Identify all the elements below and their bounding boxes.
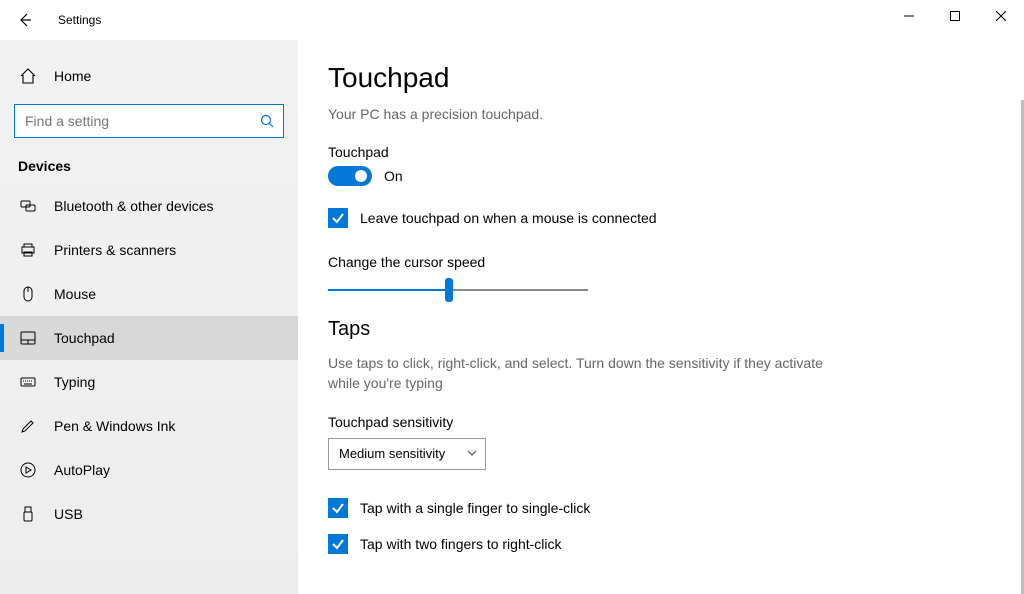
checkmark-icon [331,501,345,515]
sidebar-item-label: Typing [54,374,95,390]
home-icon [18,66,38,86]
search-icon [251,114,283,128]
cursor-speed-slider[interactable] [328,280,588,282]
sidebar-item-label: Touchpad [54,330,115,346]
maximize-button[interactable] [932,0,978,32]
sidebar-item-typing[interactable]: Typing [0,360,298,404]
keyboard-icon [18,372,38,392]
autoplay-icon [18,460,38,480]
app-title: Settings [58,13,101,27]
touchpad-toggle-label: Touchpad [328,144,1024,160]
home-label: Home [54,68,91,84]
sidebar-item-label: Mouse [54,286,96,302]
tap-single-label: Tap with a single finger to single-click [360,500,590,516]
toggle-knob [355,170,367,182]
sidebar-item-touchpad[interactable]: Touchpad [0,316,298,360]
sidebar-item-label: Printers & scanners [54,242,176,258]
maximize-icon [950,11,960,21]
checkmark-icon [331,211,345,225]
taps-description: Use taps to click, right-click, and sele… [328,353,828,394]
sidebar: Home Devices Bluetooth & other devices P… [0,40,298,594]
sidebar-item-printers[interactable]: Printers & scanners [0,228,298,272]
sensitivity-label: Touchpad sensitivity [328,414,1024,430]
tap-two-label: Tap with two fingers to right-click [360,536,562,552]
sidebar-item-label: AutoPlay [54,462,110,478]
close-icon [996,11,1006,21]
sensitivity-value: Medium sensitivity [339,446,445,461]
sensitivity-dropdown[interactable]: Medium sensitivity [328,438,486,470]
printer-icon [18,240,38,260]
leave-on-checkbox[interactable] [328,208,348,228]
sidebar-item-label: USB [54,506,83,522]
sidebar-item-autoplay[interactable]: AutoPlay [0,448,298,492]
taps-heading: Taps [328,318,1024,341]
touchpad-icon [18,328,38,348]
search-input[interactable] [14,104,284,138]
back-button[interactable] [0,0,50,40]
sidebar-item-mouse[interactable]: Mouse [0,272,298,316]
sidebar-item-pen[interactable]: Pen & Windows Ink [0,404,298,448]
minimize-icon [904,11,914,21]
chevron-down-icon [467,446,477,461]
close-button[interactable] [978,0,1024,32]
mouse-icon [18,284,38,304]
tap-single-checkbox[interactable] [328,498,348,518]
tap-two-checkbox[interactable] [328,534,348,554]
cursor-speed-label: Change the cursor speed [328,254,1024,270]
leave-on-label: Leave touchpad on when a mouse is connec… [360,210,657,226]
sidebar-item-bluetooth[interactable]: Bluetooth & other devices [0,184,298,228]
sidebar-item-usb[interactable]: USB [0,492,298,536]
back-arrow-icon [17,12,33,28]
sidebar-item-label: Bluetooth & other devices [54,198,214,214]
touchpad-toggle[interactable] [328,166,372,186]
slider-thumb[interactable] [445,278,453,302]
usb-icon [18,504,38,524]
sidebar-item-label: Pen & Windows Ink [54,418,175,434]
slider-fill [328,289,445,291]
minimize-button[interactable] [886,0,932,32]
checkmark-icon [331,537,345,551]
page-title: Touchpad [328,62,1024,94]
pen-icon [18,416,38,436]
search-field[interactable] [15,113,251,129]
page-subtitle: Your PC has a precision touchpad. [328,106,1024,122]
bluetooth-icon [18,196,38,216]
section-title-devices: Devices [0,152,298,184]
touchpad-toggle-state: On [384,168,403,184]
main-content: Touchpad Your PC has a precision touchpa… [298,40,1024,594]
home-button[interactable]: Home [0,54,298,98]
